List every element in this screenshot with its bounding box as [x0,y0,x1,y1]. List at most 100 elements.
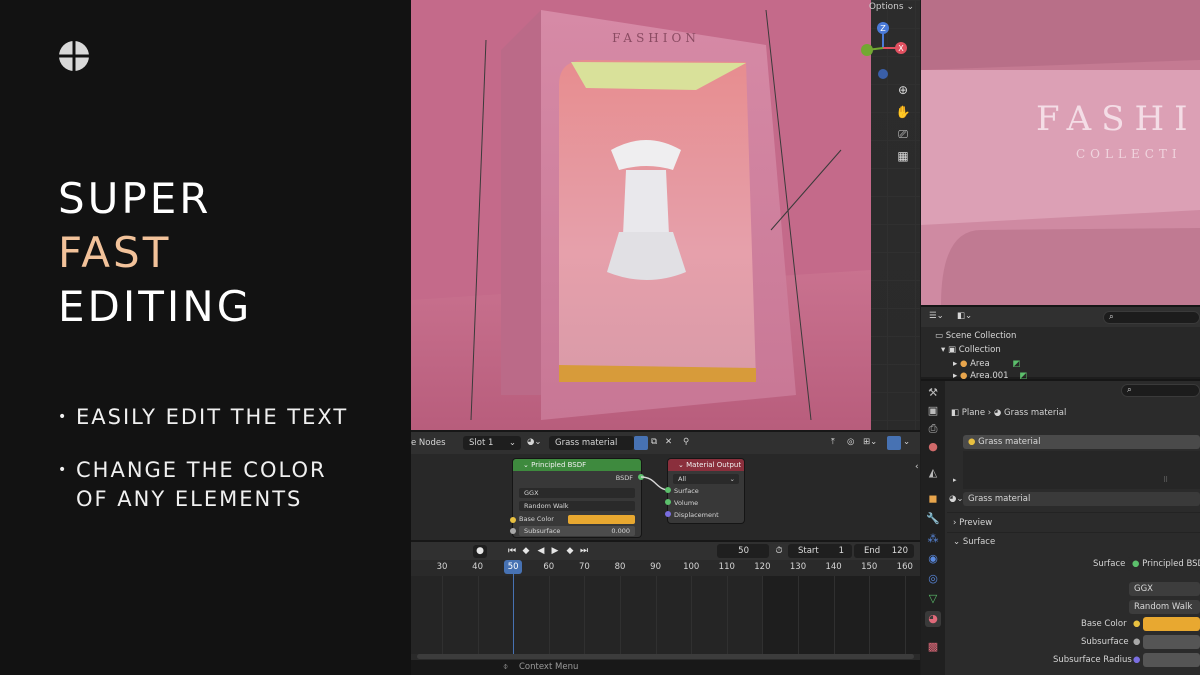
status-bar: ⌽ Context Menu [411,660,920,675]
base-color-swatch[interactable] [1143,617,1200,631]
viewport-options-dropdown[interactable]: Options ⌄ [869,2,914,12]
modifier-tab-icon[interactable]: 🔧 [925,511,941,527]
playhead-frame[interactable]: 50 [504,560,523,574]
displacement-input-socket[interactable] [665,511,671,517]
material-name-field[interactable]: Grass material [963,492,1200,506]
tool-tab-icon[interactable]: ⚒ [925,385,941,401]
zoom-icon[interactable]: ⊕ [895,82,911,98]
end-frame-label: End [864,546,881,556]
surface-section-header[interactable]: ⌄ Surface [953,537,995,547]
distribution-dropdown[interactable]: GGX [1129,582,1200,596]
object-tab-icon[interactable]: ◼ [925,491,941,507]
next-keyframe-button[interactable]: ◆ [563,545,577,558]
jump-start-button[interactable]: ⏮ [506,545,518,558]
constraint-tab-icon[interactable]: ◎ [925,571,941,587]
outliner-header: ☰⌄ ◧⌄ ⌕ [921,307,1200,327]
world-tab-icon[interactable]: ◭ [925,465,941,481]
start-frame-field[interactable]: Start 1 [788,544,852,558]
blender-window: FASHION Options ⌄ Z X ⊕ ✋ ⎚ ▦ FASHI COLL… [411,0,1200,675]
properties-tabs: ⚒ ▣ ⎙ ● ◭ ◼ 🔧 ⁂ ◉ ◎ ▽ ◕ ▩ [921,381,945,675]
hand-pan-icon[interactable]: ✋ [895,104,911,120]
jump-end-button[interactable]: ⏭ [578,545,590,558]
play-reverse-button[interactable]: ◀ [535,545,547,558]
prev-keyframe-button[interactable]: ◆ [519,545,533,558]
timeline-tick-label: 130 [789,562,807,572]
bullet-edit-text-label: EASILY EDIT THE TEXT [76,405,349,429]
outliner-panel[interactable]: ☰⌄ ◧⌄ ⌕ ▭ Scene Collection ▾ ▣ Collectio… [921,305,1200,381]
surface-label: Surface [1093,559,1126,569]
grid-icon[interactable]: ▦ [895,148,911,164]
record-button[interactable]: ● [473,545,487,558]
expand-arrow-icon: ⌄ [953,537,963,547]
viewport-options-label: Options [868,2,904,12]
collection-label: Collection [958,345,1001,355]
camera-icon[interactable]: ⎚ [895,126,911,142]
render-sign-line2: COLLECTI [1076,147,1182,161]
material-tab-icon[interactable]: ◕ [925,611,941,627]
playhead-line[interactable] [513,574,515,654]
output-target-select[interactable]: All ⌄ [673,474,739,484]
material-slot-item[interactable]: ● Grass material [963,435,1200,449]
current-frame-field[interactable]: 50 [717,544,769,558]
bullet-dot: • [58,462,69,478]
display-mode-icon[interactable]: ◧⌄ [957,311,972,321]
3d-viewport[interactable]: FASHION Options ⌄ Z X ⊕ ✋ ⎚ ▦ [411,0,920,430]
surface-shader-field[interactable]: ● Principled BSDF [1127,557,1200,571]
surface-input-socket[interactable] [665,487,671,493]
end-frame-field[interactable]: End 120 [854,544,914,558]
render-tab-icon[interactable]: ▣ [925,403,941,419]
viewport-scene-render[interactable]: FASHION [411,0,871,430]
promo-panel: SUPER FAST EDITING • EASILY EDIT THE TEXT… [0,0,411,675]
end-frame-value: 120 [891,546,908,556]
properties-search-input[interactable]: ⌕ [1121,384,1200,397]
timeline-frame-column [548,576,550,654]
particles-tab-icon[interactable]: ⁂ [925,531,941,547]
material-sphere-icon: ● [968,437,979,447]
subsurface-label: Subsurface [1081,637,1129,647]
timeline-frame-column [620,576,621,654]
light-icon: ● [959,359,968,369]
subsurface-radius-field[interactable] [1143,653,1200,667]
timeline-panel[interactable]: ● ⏮ ◆ ◀ ▶ ◆ ⏭ 50 ⏱ Start 1 End 120 30 40 5… [411,540,920,660]
browse-material-icon[interactable]: ◕⌄ [949,494,964,504]
list-expand-icon[interactable]: ▸ [953,476,957,484]
subsurface-method-dropdown[interactable]: Random Walk [1129,600,1200,614]
material-output-node[interactable]: ⌄ Material Output All ⌄ Surface Volume D… [668,459,744,523]
scene-collection-row[interactable]: ▭ Scene Collection [935,331,1016,341]
render-sign-line1: FASHI [1036,99,1198,139]
outliner-search-input[interactable]: ⌕ [1103,311,1200,324]
texture-tab-icon[interactable]: ▩ [925,639,941,655]
preview-section-header[interactable]: › Preview [953,518,992,528]
subsurface-slider[interactable] [1143,635,1200,649]
node-link [640,476,670,491]
collapse-arrow-icon: ⌄ [678,461,687,469]
timeline-tick-label: 80 [614,562,626,572]
color-socket-icon: ● [1133,619,1141,629]
timeline-tick-label: 110 [718,562,735,572]
node-title: ⌄ Material Output [668,459,744,471]
collection-row[interactable]: ▾ ▣ Collection [941,345,1001,355]
data-tab-icon[interactable]: ▽ [925,591,941,607]
timeline-scrollbar[interactable] [417,654,914,659]
bullet-change-color-line2: OF ANY ELEMENTS [76,487,303,511]
gizmo-y-axis [861,44,873,56]
physics-tab-icon[interactable]: ◉ [925,551,941,567]
headline-super: SUPER [58,174,212,223]
navigation-gizmo[interactable]: Z X [855,18,911,82]
timeline-tick-label: 70 [578,562,590,572]
displacement-input-label: Displacement [674,511,719,519]
volume-input-socket[interactable] [665,499,671,505]
divider [947,512,1200,513]
outliner-item-area[interactable]: ▸ ● Area ◩ [953,359,1020,369]
scene-tab-icon[interactable]: ● [925,439,941,455]
stopwatch-icon[interactable]: ⏱ [773,545,785,558]
list-resize-handle-icon[interactable]: ⠿ [1163,476,1168,484]
gizmo-z-label: Z [880,24,886,33]
search-icon: ⌕ [1127,385,1132,395]
play-button[interactable]: ▶ [549,545,561,558]
timeline-frame-column [477,576,479,654]
outliner-filter-icon[interactable]: ☰⌄ [929,311,944,321]
properties-panel[interactable]: ⚒ ▣ ⎙ ● ◭ ◼ 🔧 ⁂ ◉ ◎ ▽ ◕ ▩ ⌕ ◧ Plane › ◕ … [921,379,1200,675]
shader-node-editor[interactable]: e Nodes Slot 1 ⌄ ◕⌄ Grass material ⧉ ✕ ⚲… [411,430,920,540]
output-tab-icon[interactable]: ⎙ [925,421,941,437]
